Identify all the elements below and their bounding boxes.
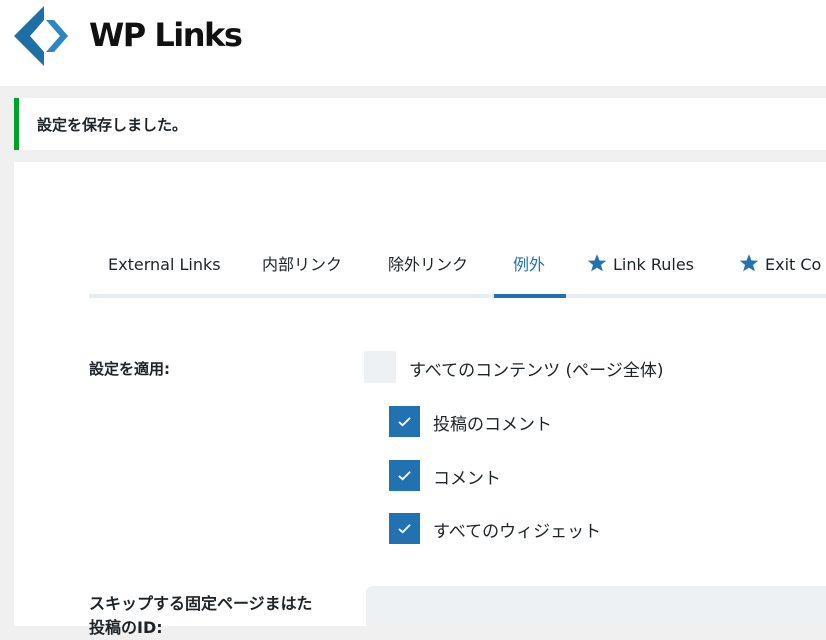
skip-pages-label: スキップする固定ページまはた 投稿のID: xyxy=(89,592,349,640)
skip-pages-input[interactable] xyxy=(366,586,826,626)
tab-label: External Links xyxy=(108,255,221,274)
star-icon xyxy=(587,254,607,272)
tab-link-rules[interactable]: Link Rules xyxy=(587,250,694,294)
logo-text: WP Links xyxy=(89,16,243,54)
checkmark-icon xyxy=(398,524,411,534)
skip-pages-label-line1: スキップする固定ページまはた xyxy=(89,594,313,613)
checkmark-icon xyxy=(398,471,411,481)
comments-checkbox[interactable] xyxy=(389,460,420,491)
header: WP Links xyxy=(0,0,826,86)
post-comments-label: 投稿のコメント xyxy=(433,415,552,435)
star-icon xyxy=(739,254,759,272)
tab-internal-links[interactable]: 内部リンク xyxy=(262,250,342,294)
notice-text: 設定を保存しました。 xyxy=(37,116,188,134)
tab-exceptions[interactable]: 例外 xyxy=(513,250,545,294)
skip-pages-label-line2: 投稿のID: xyxy=(89,618,163,637)
settings-panel: External Links 内部リンク 除外リンク 例外 Link Rules… xyxy=(14,162,826,637)
tab-label: 例外 xyxy=(513,255,546,274)
wp-links-logo-icon xyxy=(14,6,68,66)
apply-settings-label: 設定を適用: xyxy=(89,360,170,378)
tab-bar: External Links 内部リンク 除外リンク 例外 Link Rules… xyxy=(89,250,826,298)
post-comments-checkbox[interactable] xyxy=(389,406,420,437)
active-tab-indicator xyxy=(494,294,566,298)
success-notice: 設定を保存しました。 xyxy=(14,98,826,150)
tab-label: Link Rules xyxy=(613,255,695,274)
checkmark-icon xyxy=(398,417,411,427)
all-content-checkbox[interactable] xyxy=(364,351,396,383)
tab-label: 内部リンク xyxy=(262,255,343,274)
tab-label: 除外リンク xyxy=(388,255,469,274)
tab-excluded-links[interactable]: 除外リンク xyxy=(388,250,468,294)
comments-label: コメント xyxy=(433,469,501,489)
tab-exit-confirmation[interactable]: Exit Co xyxy=(739,250,821,294)
all-widgets-checkbox[interactable] xyxy=(389,513,420,544)
all-content-label: すべてのコンテンツ (ページ全体) xyxy=(409,361,664,381)
tab-label: Exit Co xyxy=(765,255,822,274)
all-widgets-label: すべてのウィジェット xyxy=(433,522,602,542)
tab-external-links[interactable]: External Links xyxy=(108,250,221,294)
